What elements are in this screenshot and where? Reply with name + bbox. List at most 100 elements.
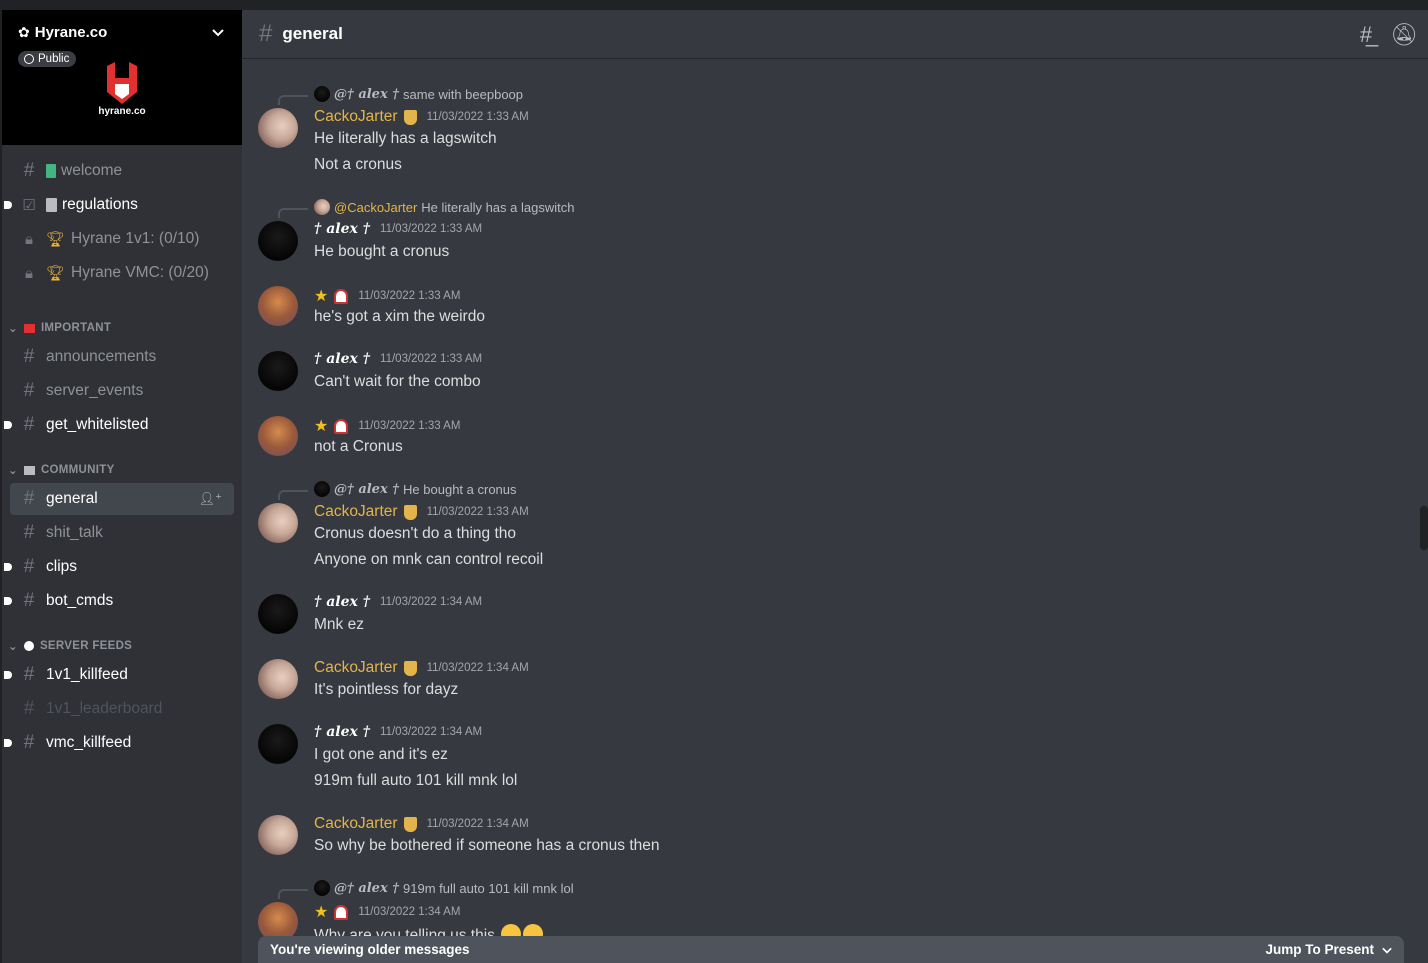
- username[interactable]: CackoJarter 11/03/2022 1:33 AM: [314, 108, 529, 126]
- lock-icon: 🔒︎: [25, 230, 33, 248]
- author-name: † alex †: [314, 221, 371, 237]
- channel-label: server_events: [46, 382, 144, 399]
- username[interactable]: ★ 11/03/2022 1:33 AM: [314, 416, 460, 436]
- username[interactable]: † alex † 11/03/2022 1:34 AM: [314, 724, 482, 740]
- message-text: I got one and it's ez: [314, 746, 448, 763]
- logo-text: hyrane.co: [98, 106, 146, 117]
- username[interactable]: ★ 11/03/2022 1:34 AM: [314, 902, 460, 922]
- reply-avatar: [314, 481, 330, 497]
- chevron-down-icon: ⌄: [8, 641, 18, 653]
- star-icon: ★: [314, 418, 329, 435]
- star-icon: ★: [314, 288, 329, 305]
- reply-preview[interactable]: @† alex † He bought a cronus: [314, 481, 517, 497]
- channel-label: Hyrane VMC: (0/20): [71, 264, 209, 281]
- channel-announcements[interactable]: # announcements: [10, 341, 234, 373]
- notifications-muted-icon[interactable]: 🔕︎: [1390, 22, 1418, 48]
- avatar[interactable]: [258, 659, 298, 699]
- avatar[interactable]: [258, 108, 298, 148]
- channel-header: # general #̲ 🔕︎: [242, 10, 1428, 59]
- reply-text: same with beepboop: [403, 86, 524, 102]
- channel-welcome[interactable]: # welcome: [10, 155, 234, 187]
- channel-sidebar: ✿ Hyrane.co Public hyrane.co # welcome ☑…: [2, 10, 242, 963]
- unread-indicator: [4, 597, 12, 605]
- chevron-down-icon: ⌄: [8, 465, 18, 477]
- timestamp: 11/03/2022 1:33 AM: [358, 420, 461, 432]
- header-toolbar: #̲ 🔕︎: [1360, 22, 1418, 48]
- username[interactable]: CackoJarter 11/03/2022 1:34 AM: [314, 659, 529, 677]
- threads-icon[interactable]: #̲: [1360, 22, 1372, 48]
- unread-indicator: [4, 201, 12, 209]
- channel-get-whitelisted[interactable]: # get_whitelisted: [4, 409, 234, 441]
- channel-server-events[interactable]: # server_events: [10, 375, 234, 407]
- timestamp: 11/03/2022 1:34 AM: [426, 662, 529, 674]
- hash-icon: #: [23, 590, 35, 611]
- channel-1v1-leaderboard[interactable]: # 1v1_leaderboard: [10, 693, 234, 725]
- ghost-icon: [334, 288, 349, 304]
- channel-bot-cmds[interactable]: # bot_cmds: [4, 585, 234, 617]
- unread-indicator: [4, 421, 12, 429]
- channel-regulations[interactable]: ☑ regulations: [4, 189, 234, 221]
- avatar[interactable]: [258, 286, 298, 326]
- jump-to-present-button[interactable]: Jump To Present: [1265, 942, 1392, 957]
- hash-icon: #: [23, 414, 35, 435]
- trophy-icon: 🏆︎: [46, 231, 66, 248]
- timestamp: 11/03/2022 1:33 AM: [426, 506, 529, 518]
- unread-indicator: [4, 671, 12, 679]
- avatar[interactable]: [258, 815, 298, 855]
- message-text: Not a cronus: [314, 156, 402, 173]
- reply-preview[interactable]: @CackoJarter He literally has a lagswitc…: [314, 199, 574, 215]
- reply-preview[interactable]: @† alex † same with beepboop: [314, 86, 523, 102]
- username[interactable]: CackoJarter 11/03/2022 1:34 AM: [314, 815, 529, 833]
- channel-clips[interactable]: # clips: [4, 551, 234, 583]
- author-name: CackoJarter: [314, 659, 398, 676]
- server-logo: hyrane.co: [94, 62, 150, 117]
- channel-vmc-killfeed[interactable]: # vmc_killfeed: [4, 727, 234, 759]
- channel-hyrane-1v1[interactable]: 🔒︎ 🏆︎ Hyrane 1v1: (0/10): [10, 223, 234, 255]
- channel-shit-talk[interactable]: # shit_talk: [10, 517, 234, 549]
- avatar[interactable]: [258, 416, 298, 456]
- avatar[interactable]: [258, 724, 298, 764]
- avatar[interactable]: [258, 221, 298, 261]
- add-user-icon[interactable]: 👤︎⁺: [199, 491, 222, 507]
- username[interactable]: † alex † 11/03/2022 1:33 AM: [314, 221, 482, 237]
- channel-hyrane-vmc[interactable]: 🔒︎ 🏆︎ Hyrane VMC: (0/20): [10, 257, 234, 289]
- scrollbar-thumb[interactable]: [1420, 506, 1428, 550]
- category-community[interactable]: ⌄ COMMUNITY: [8, 463, 115, 477]
- message-list: @† alex † same with beepboop CackoJarter…: [242, 60, 1428, 944]
- reply-avatar: [314, 199, 330, 215]
- message-text: 919m full auto 101 kill mnk lol: [314, 772, 518, 789]
- chevron-down-icon: ⌄: [8, 323, 18, 335]
- message-text: he's got a xim the weirdo: [314, 308, 485, 325]
- category-label: COMMUNITY: [40, 464, 115, 476]
- server-name[interactable]: ✿ Hyrane.co: [18, 24, 107, 41]
- channel-label: general: [46, 490, 98, 507]
- avatar[interactable]: [258, 351, 298, 391]
- username[interactable]: ★ 11/03/2022 1:33 AM: [314, 286, 460, 306]
- hash-icon: #: [23, 160, 35, 181]
- username[interactable]: † alex † 11/03/2022 1:33 AM: [314, 351, 482, 367]
- category-important[interactable]: ⌄ IMPORTANT: [8, 321, 111, 335]
- reply-author: @† alex †: [334, 86, 400, 102]
- channel-general[interactable]: # general 👤︎⁺: [10, 483, 234, 515]
- message-text: It's pointless for dayz: [314, 681, 459, 698]
- username[interactable]: † alex † 11/03/2022 1:34 AM: [314, 594, 482, 610]
- avatar[interactable]: [258, 594, 298, 634]
- server-banner[interactable]: ✿ Hyrane.co Public hyrane.co: [2, 10, 242, 145]
- channel-label: bot_cmds: [46, 592, 114, 609]
- older-messages-bar[interactable]: You're viewing older messages Jump To Pr…: [258, 936, 1404, 963]
- chevron-down-icon[interactable]: [212, 26, 224, 38]
- category-label: SERVER FEEDS: [39, 640, 133, 652]
- hash-icon: #: [23, 488, 35, 509]
- channel-label: get_whitelisted: [46, 416, 149, 433]
- unread-indicator: [4, 563, 12, 571]
- message-text: Cronus doesn't do a thing tho: [314, 525, 517, 542]
- category-server-feeds[interactable]: ⌄ SERVER FEEDS: [8, 639, 132, 653]
- channel-title: general: [282, 24, 343, 43]
- channel-1v1-killfeed[interactable]: # 1v1_killfeed: [4, 659, 234, 691]
- username[interactable]: CackoJarter 11/03/2022 1:33 AM: [314, 503, 529, 521]
- reply-preview[interactable]: @† alex † 919m full auto 101 kill mnk lo…: [314, 880, 574, 896]
- globe-icon: [24, 54, 34, 64]
- avatar[interactable]: [258, 503, 298, 543]
- channel-label: 1v1_killfeed: [46, 666, 128, 683]
- jump-label: Jump To Present: [1265, 942, 1374, 957]
